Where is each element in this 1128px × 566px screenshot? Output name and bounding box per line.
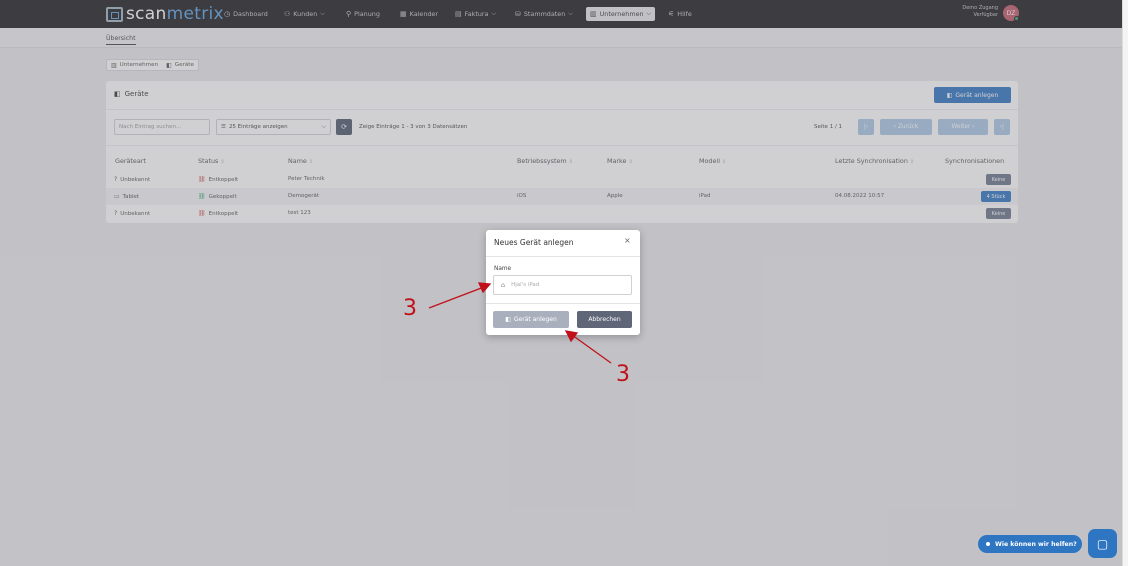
page-scrollbar[interactable] bbox=[1122, 0, 1128, 566]
dialog-title: Neues Gerät anlegen bbox=[494, 238, 574, 247]
annotation-step-number: 3 bbox=[403, 296, 417, 321]
new-device-dialog: Neues Gerät anlegen × Name ⌂ Hjal's iPad … bbox=[486, 230, 640, 335]
help-chat-label[interactable]: Wie können wir helfen? bbox=[978, 535, 1082, 553]
app-window: scanmetrix ◷ Dashboard ⚇ Kunden ⌵ ⚲ Planung … bbox=[0, 0, 1122, 566]
status-dot bbox=[986, 542, 990, 546]
divider bbox=[486, 303, 640, 304]
chat-icon: ▢ bbox=[1096, 536, 1109, 551]
annotation-step-number: 3 bbox=[616, 362, 630, 387]
tag-icon: ⌂ bbox=[501, 281, 506, 289]
chat-button[interactable]: ▢ bbox=[1088, 529, 1117, 558]
devices-icon: ◧ bbox=[505, 316, 511, 323]
divider bbox=[486, 256, 640, 257]
name-input[interactable]: ⌂ Hjal's iPad bbox=[493, 275, 632, 295]
create-device-button[interactable]: ◧ Gerät anlegen bbox=[493, 311, 569, 328]
close-icon[interactable]: × bbox=[624, 236, 631, 245]
cancel-button[interactable]: Abbrechen bbox=[577, 311, 632, 328]
name-label: Name bbox=[494, 266, 512, 272]
